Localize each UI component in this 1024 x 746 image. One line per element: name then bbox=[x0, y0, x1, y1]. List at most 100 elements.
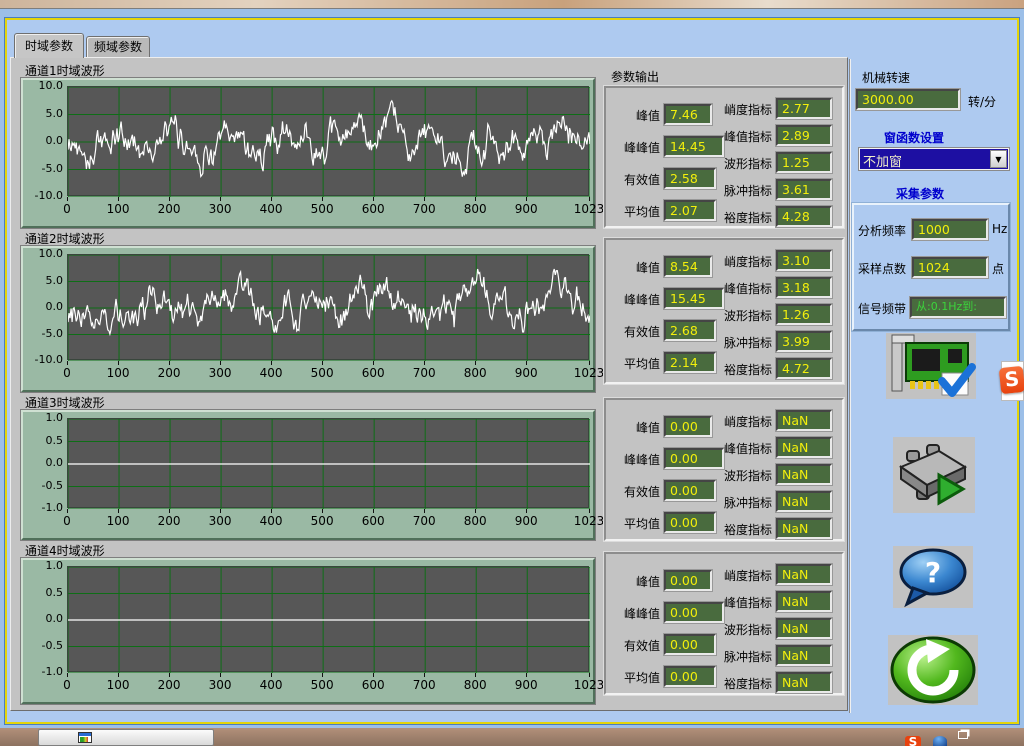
x-axis-tick: 400 bbox=[251, 678, 291, 692]
tab-frequency-domain[interactable]: 频域参数 bbox=[86, 36, 150, 58]
y-axis-tick: -1.0 bbox=[25, 665, 63, 678]
taskbar-app-button[interactable] bbox=[38, 729, 214, 746]
y-axis-tick: 10.0 bbox=[25, 79, 63, 92]
crest-value-ch1: 2.89 bbox=[776, 125, 832, 146]
sample-count-unit: 点 bbox=[992, 260, 1004, 277]
x-axis-tick: 900 bbox=[506, 514, 546, 528]
waveform-graph-channel2[interactable]: 10.05.00.0-5.0-10.0010020030040050060070… bbox=[21, 246, 595, 392]
x-axis-tick: 900 bbox=[506, 366, 546, 380]
rms-value-ch4: 0.00 bbox=[664, 634, 716, 655]
crest-label: 峰值指标 bbox=[722, 440, 772, 457]
impulse-value-ch1: 3.61 bbox=[776, 179, 832, 200]
waveform-graph-channel4[interactable]: 1.00.50.0-0.5-1.001002003004005006007008… bbox=[21, 558, 595, 704]
kurtosis-label: 峭度指标 bbox=[722, 253, 772, 270]
plot-area-channel3[interactable] bbox=[67, 418, 589, 508]
peak-to-peak-label: 峰峰值 bbox=[612, 451, 660, 468]
x-axis-tickmark bbox=[118, 673, 119, 677]
window-function-dropdown[interactable]: 不加窗 ▼ bbox=[858, 147, 1010, 171]
peak-label: 峰值 bbox=[612, 573, 660, 590]
waveform-graph-channel3[interactable]: 1.00.50.0-0.5-1.001002003004005006007008… bbox=[21, 410, 595, 540]
clearance-label: 裕度指标 bbox=[722, 209, 772, 226]
x-axis-tickmark bbox=[373, 673, 374, 677]
chart-title-channel3: 通道3时域波形 bbox=[25, 394, 105, 411]
params-group-channel4: 峰值0.00峰峰值0.00有效值0.00平均值0.00峭度指标NaN峰值指标Na… bbox=[604, 552, 844, 695]
x-axis-tickmark bbox=[169, 361, 170, 365]
mean-label: 平均值 bbox=[612, 355, 660, 372]
chart-title-channel2: 通道2时域波形 bbox=[25, 230, 105, 247]
x-axis-tick: 1023 bbox=[569, 366, 609, 380]
y-axis-tick: 0.0 bbox=[25, 456, 63, 469]
shape-label: 波形指标 bbox=[722, 307, 772, 324]
waveform-graph-channel1[interactable]: 10.05.00.0-5.0-10.0010020030040050060070… bbox=[21, 78, 595, 228]
x-axis-tick: 700 bbox=[404, 366, 444, 380]
y-axis-tick: -1.0 bbox=[25, 501, 63, 514]
x-axis-tick: 100 bbox=[98, 514, 138, 528]
refresh-icon[interactable] bbox=[888, 635, 978, 705]
x-axis-tickmark bbox=[220, 673, 221, 677]
x-axis-tick: 600 bbox=[353, 678, 393, 692]
peak-label: 峰值 bbox=[612, 259, 660, 276]
sogou-ime-icon[interactable]: S bbox=[999, 366, 1024, 394]
clearance-value-ch1: 4.28 bbox=[776, 206, 832, 227]
x-axis-tickmark bbox=[271, 361, 272, 365]
kurtosis-label: 峭度指标 bbox=[722, 567, 772, 584]
clearance-value-ch4: NaN bbox=[776, 672, 832, 693]
plot-area-channel2[interactable] bbox=[67, 254, 589, 360]
tray-restore-windows-icon[interactable] bbox=[958, 731, 968, 739]
mean-value-ch1: 2.07 bbox=[664, 200, 716, 221]
help-bubble-icon[interactable]: ? bbox=[893, 546, 973, 608]
x-axis-tickmark bbox=[589, 509, 590, 513]
x-axis-tick: 700 bbox=[404, 202, 444, 216]
x-axis-tickmark bbox=[169, 509, 170, 513]
x-axis-tickmark bbox=[322, 197, 323, 201]
peak-to-peak-value-ch2: 15.45 bbox=[664, 288, 724, 309]
rms-label: 有效值 bbox=[612, 323, 660, 340]
y-axis-tick: 0.0 bbox=[25, 612, 63, 625]
x-axis-tickmark bbox=[271, 509, 272, 513]
x-axis-tickmark bbox=[526, 509, 527, 513]
x-axis-tickmark bbox=[589, 361, 590, 365]
x-axis-tick: 300 bbox=[200, 514, 240, 528]
crest-value-ch3: NaN bbox=[776, 437, 832, 458]
x-axis-tick: 800 bbox=[455, 202, 495, 216]
x-axis-tick: 900 bbox=[506, 202, 546, 216]
peak-label: 峰值 bbox=[612, 107, 660, 124]
peak-to-peak-value-ch3: 0.00 bbox=[664, 448, 724, 469]
shape-value-ch1: 1.25 bbox=[776, 152, 832, 173]
x-axis-tickmark bbox=[475, 197, 476, 201]
daq-card-check-icon[interactable] bbox=[886, 333, 976, 399]
sample-count-label: 采样点数 bbox=[858, 260, 906, 277]
x-axis-tickmark bbox=[373, 361, 374, 365]
x-axis-tickmark bbox=[373, 509, 374, 513]
chart-title-channel1: 通道1时域波形 bbox=[25, 62, 105, 79]
y-axis-tick: 10.0 bbox=[25, 247, 63, 260]
y-axis-tick: 5.0 bbox=[25, 107, 63, 120]
params-group-channel1: 峰值7.46峰峰值14.45有效值2.58平均值2.07峭度指标2.77峰值指标… bbox=[604, 86, 844, 228]
rms-label: 有效值 bbox=[612, 171, 660, 188]
tray-browser-icon[interactable] bbox=[933, 736, 947, 746]
y-axis-tick: 1.0 bbox=[25, 559, 63, 572]
plot-area-channel4[interactable] bbox=[67, 566, 589, 672]
chevron-down-icon[interactable]: ▼ bbox=[990, 150, 1007, 168]
x-axis-tickmark bbox=[322, 361, 323, 365]
sample-count-input[interactable]: 1024 bbox=[912, 257, 988, 278]
taskbar-app-icon bbox=[78, 732, 92, 743]
question-mark-glyph: ? bbox=[925, 556, 941, 589]
analysis-frequency-input[interactable]: 1000 bbox=[912, 219, 988, 240]
rms-label: 有效值 bbox=[612, 483, 660, 500]
x-axis-tickmark bbox=[220, 197, 221, 201]
panel-divider bbox=[849, 59, 851, 713]
x-axis-tickmark bbox=[589, 197, 590, 201]
kurtosis-value-ch1: 2.77 bbox=[776, 98, 832, 119]
x-axis-tick: 600 bbox=[353, 514, 393, 528]
tab-time-domain[interactable]: 时域参数 bbox=[14, 33, 84, 58]
peak-to-peak-value-ch1: 14.45 bbox=[664, 136, 724, 157]
x-axis-tickmark bbox=[67, 509, 68, 513]
tray-sogou-icon[interactable]: S bbox=[905, 736, 921, 746]
x-axis-tick: 500 bbox=[302, 678, 342, 692]
y-axis-tick: -5.0 bbox=[25, 327, 63, 340]
clearance-value-ch3: NaN bbox=[776, 518, 832, 539]
plot-area-channel1[interactable] bbox=[67, 86, 589, 196]
machine-speed-input[interactable]: 3000.00 bbox=[856, 89, 960, 110]
chip-run-icon[interactable] bbox=[893, 437, 975, 513]
